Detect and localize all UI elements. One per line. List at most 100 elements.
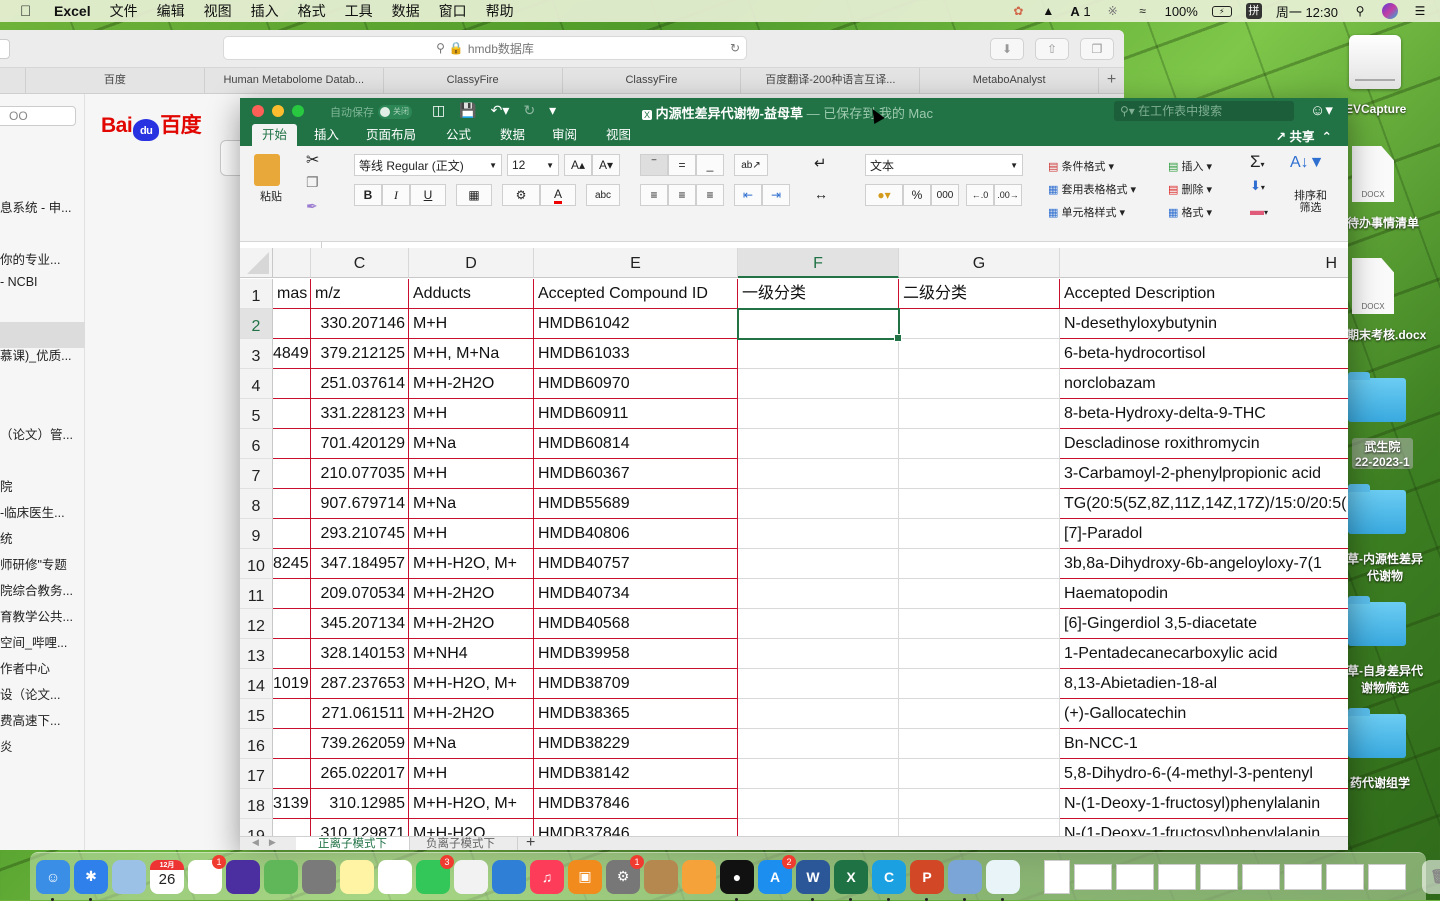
cell-b10[interactable]: 8245: [273, 549, 311, 579]
tab-page-layout[interactable]: 页面布局: [356, 124, 426, 146]
cell-c4[interactable]: 251.037614: [311, 369, 409, 399]
cell-d4[interactable]: M+H-2H2O: [409, 369, 534, 399]
cell-c1[interactable]: m/z: [311, 279, 409, 309]
dock-app-maps[interactable]: [264, 859, 298, 894]
bookmark-item[interactable]: - NCBI: [0, 275, 38, 289]
new-tab-button[interactable]: +: [1098, 68, 1124, 93]
align-top-button[interactable]: ‾: [640, 154, 668, 176]
font-color-button[interactable]: A: [540, 184, 576, 206]
accounting-format-button[interactable]: ●▾: [865, 184, 903, 206]
dock-app-excel[interactable]: X: [834, 859, 868, 901]
battery-percent[interactable]: 100%: [1165, 4, 1198, 19]
cell-d10[interactable]: M+H-H2O, M+: [409, 549, 534, 579]
bookmark-item[interactable]: 息系统 - 申...: [0, 197, 72, 216]
dock-app-qq[interactable]: ●: [720, 859, 754, 901]
cell-g17[interactable]: [899, 759, 1060, 789]
cell-e16[interactable]: HMDB38229: [534, 729, 738, 759]
dock-app-keynote[interactable]: [492, 859, 526, 894]
cut-icon[interactable]: ✂: [306, 150, 319, 170]
cell-b19[interactable]: [273, 819, 311, 836]
align-center-button[interactable]: ≡: [668, 184, 696, 206]
cell-g6[interactable]: [899, 429, 1060, 459]
row-header[interactable]: 10: [240, 549, 273, 579]
italic-button[interactable]: I: [382, 184, 410, 206]
cell-e13[interactable]: HMDB39958: [534, 639, 738, 669]
insert-cells-button[interactable]: ▤ 插入 ▾: [1168, 158, 1212, 174]
bookmark-item[interactable]: 空间_哔哩...: [0, 632, 67, 651]
row-header[interactable]: 1: [240, 279, 273, 309]
tab-insert[interactable]: 插入: [304, 124, 349, 146]
cell-e5[interactable]: HMDB60911: [534, 399, 738, 429]
zoom-window-button[interactable]: [292, 105, 304, 117]
select-all-corner[interactable]: [240, 248, 273, 278]
cell-d5[interactable]: M+H: [409, 399, 534, 429]
dock-app-books[interactable]: ▣: [568, 859, 602, 894]
row-header[interactable]: 15: [240, 699, 273, 729]
dock-app-pages[interactable]: [682, 859, 716, 894]
copy-icon[interactable]: ❐: [306, 174, 319, 191]
align-right-button[interactable]: ≡: [696, 184, 724, 206]
desktop-label[interactable]: 武生院 22-2023-1: [1352, 438, 1413, 469]
cell-f19[interactable]: [738, 819, 899, 836]
minimize-window-button[interactable]: [272, 105, 284, 117]
cell-f7[interactable]: [738, 459, 899, 489]
cell-e14[interactable]: HMDB38709: [534, 669, 738, 699]
desktop-label[interactable]: 草-内源性差异 代谢物: [1347, 550, 1423, 584]
row-header[interactable]: 16: [240, 729, 273, 759]
cell-e12[interactable]: HMDB40568: [534, 609, 738, 639]
add-sheet-button[interactable]: +: [526, 834, 535, 850]
format-as-table-button[interactable]: ▦ 套用表格格式 ▾: [1048, 181, 1136, 197]
reload-icon[interactable]: ↻: [730, 41, 740, 55]
increase-font-button[interactable]: A▴: [564, 154, 592, 176]
folder-icon[interactable]: [1348, 484, 1406, 534]
cell-h4[interactable]: norclobazam: [1060, 369, 1348, 399]
bookmark-item[interactable]: 炎: [0, 736, 13, 755]
cell-c15[interactable]: 271.061511: [311, 699, 409, 729]
font-size-select[interactable]: 12 ▼: [507, 154, 559, 176]
desktop-label[interactable]: 待办事情清单: [1347, 214, 1419, 231]
cell-d11[interactable]: M+H-2H2O: [409, 579, 534, 609]
cell-e17[interactable]: HMDB38142: [534, 759, 738, 789]
minimized-window[interactable]: [1200, 863, 1238, 890]
delete-cells-button[interactable]: ▤ 删除 ▾: [1168, 181, 1212, 197]
cell-b18[interactable]: 3139: [273, 789, 311, 819]
minimized-window[interactable]: [1284, 863, 1322, 890]
bookmark-item[interactable]: 院: [0, 476, 13, 495]
dock-app-preview[interactable]: [948, 859, 982, 901]
dock-app-launchpad[interactable]: [302, 859, 336, 894]
cell-g16[interactable]: [899, 729, 1060, 759]
bookmark-item[interactable]: 设（论文...: [0, 684, 60, 703]
cell-c8[interactable]: 907.679714: [311, 489, 409, 519]
cell-b13[interactable]: [273, 639, 311, 669]
tab-overview-button[interactable]: ❐: [1080, 38, 1114, 60]
cell-f5[interactable]: [738, 399, 899, 429]
pinwheel-app-icon[interactable]: ✿: [1010, 3, 1026, 19]
autosave-toggle[interactable]: 关闭: [378, 105, 412, 119]
clock[interactable]: 周一 12:30: [1276, 2, 1338, 21]
cell-h12[interactable]: [6]-Gingerdiol 3,5-diacetate: [1060, 609, 1348, 639]
sidebar-toggle-button[interactable]: [0, 39, 10, 59]
desktop-label[interactable]: 期末考核.docx: [1347, 326, 1426, 343]
column-header[interactable]: H: [1060, 248, 1348, 278]
row-header[interactable]: 4: [240, 369, 273, 399]
cell-g7[interactable]: [899, 459, 1060, 489]
cell-g5[interactable]: [899, 399, 1060, 429]
row-header[interactable]: 12: [240, 609, 273, 639]
bookmarks-search[interactable]: OO: [0, 106, 76, 126]
cell-e2[interactable]: HMDB61042: [534, 309, 738, 339]
cell-h18[interactable]: N-(1-Deoxy-1-fructosyl)phenylalanin: [1060, 789, 1348, 819]
row-header[interactable]: 14: [240, 669, 273, 699]
row-header[interactable]: 19: [240, 819, 273, 836]
cell-c6[interactable]: 701.420129: [311, 429, 409, 459]
spotlight-icon[interactable]: ⚲: [1352, 3, 1368, 19]
cell-g18[interactable]: [899, 789, 1060, 819]
cell-d2[interactable]: M+H: [409, 309, 534, 339]
cell-g9[interactable]: [899, 519, 1060, 549]
dock-app-photos[interactable]: [378, 859, 412, 894]
bookmark-item[interactable]: 你的专业...: [0, 249, 60, 268]
desktop-label[interactable]: EVCapture: [1345, 102, 1406, 116]
cell-g1[interactable]: 二级分类: [899, 279, 1060, 309]
autosum-icon[interactable]: Σ▾: [1250, 152, 1265, 172]
minimized-window[interactable]: [1368, 863, 1406, 890]
bookmark-item[interactable]: 院综合教务...: [0, 580, 73, 599]
